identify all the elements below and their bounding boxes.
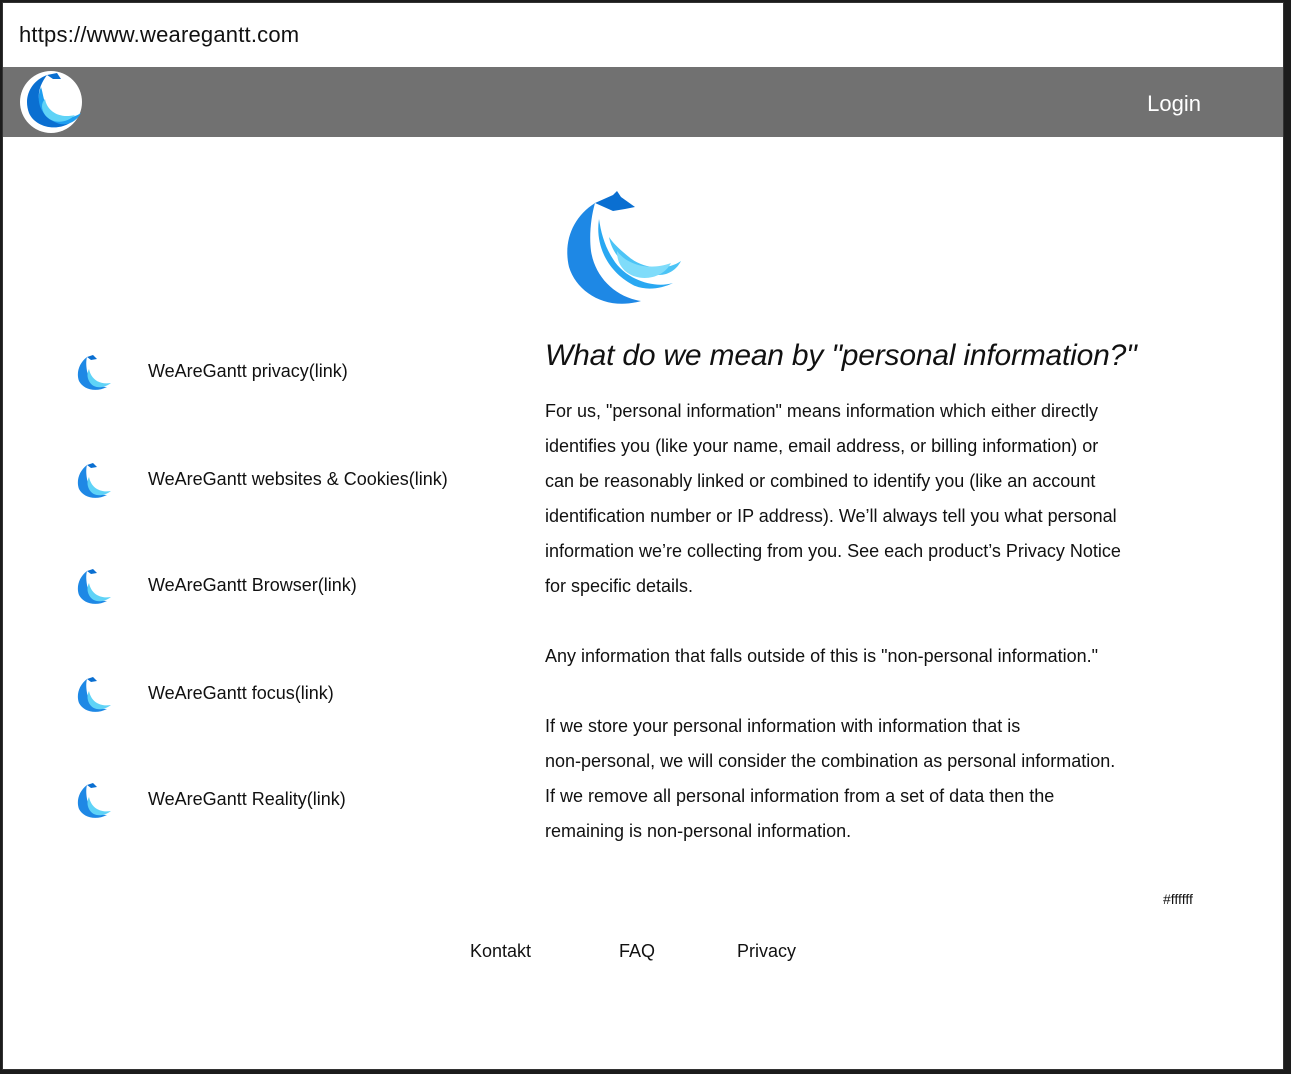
url-text[interactable]: https://www.wearegantt.com: [19, 22, 299, 48]
top-navbar: Login: [3, 67, 1283, 137]
sidebar-item-label[interactable]: WeAreGantt privacy(link): [148, 361, 348, 382]
text-line: If we remove all personal information fr…: [545, 786, 1055, 806]
sidebar-item-focus[interactable]: WeAreGantt focus(link): [73, 673, 513, 713]
sidebar-item-label[interactable]: WeAreGantt Browser(link): [148, 575, 357, 596]
address-bar[interactable]: https://www.wearegantt.com: [3, 3, 1283, 68]
text-line: identifies you (like your name, email ad…: [545, 436, 1099, 456]
paragraph-definition: For us, "personal information" means inf…: [545, 394, 1165, 604]
text-line: non-personal, we will consider the combi…: [545, 751, 1116, 771]
login-link[interactable]: Login: [1147, 91, 1201, 117]
browser-window: https://www.wearegantt.com Login WeAreGa…: [2, 2, 1284, 1070]
text-line: for specific details.: [545, 576, 694, 596]
paragraph-non-personal: Any information that falls outside of th…: [545, 646, 1099, 666]
sidebar-item-browser[interactable]: WeAreGantt Browser(link): [73, 565, 513, 605]
sidebar-item-websites-cookies[interactable]: WeAreGantt websites & Cookies(link): [73, 459, 513, 499]
sidebar-item-label[interactable]: WeAreGantt focus(link): [148, 683, 334, 704]
footer-link-privacy[interactable]: Privacy: [737, 941, 796, 962]
text-line: remaining is non-personal information.: [545, 821, 852, 841]
sidebar-item-privacy[interactable]: WeAreGantt privacy(link): [73, 351, 513, 391]
footer-link-kontakt[interactable]: Kontakt: [470, 941, 531, 962]
eagle-wave-logo-icon: [77, 355, 111, 390]
footer-link-faq[interactable]: FAQ: [619, 941, 655, 962]
sidebar-item-reality[interactable]: WeAreGantt Reality(link): [73, 779, 513, 819]
text-line: identification number or IP address). We…: [545, 506, 1117, 526]
sidebar-item-label[interactable]: WeAreGantt Reality(link): [148, 789, 346, 810]
eagle-wave-logo-icon: [77, 677, 111, 712]
eagle-wave-logo-icon: [77, 569, 111, 604]
text-line: information we’re collecting from you. S…: [545, 541, 1121, 561]
text-line: can be reasonably linked or combined to …: [545, 471, 1096, 491]
background-color-label: #ffffff: [1163, 891, 1193, 907]
text-line: For us, "personal information" means inf…: [545, 401, 1099, 421]
eagle-wave-logo-icon: [567, 191, 681, 304]
page-heading: What do we mean by "personal information…: [545, 339, 1137, 372]
text-line: If we store your personal information wi…: [545, 716, 1021, 736]
sidebar-item-label[interactable]: WeAreGantt websites & Cookies(link): [148, 469, 448, 490]
eagle-wave-logo-icon: [77, 463, 111, 498]
paragraph-combination: If we store your personal information wi…: [545, 709, 1165, 849]
eagle-wave-logo-icon[interactable]: [17, 69, 85, 135]
eagle-wave-logo-icon: [77, 783, 111, 818]
main-content: What do we mean by "personal information…: [545, 339, 1165, 841]
